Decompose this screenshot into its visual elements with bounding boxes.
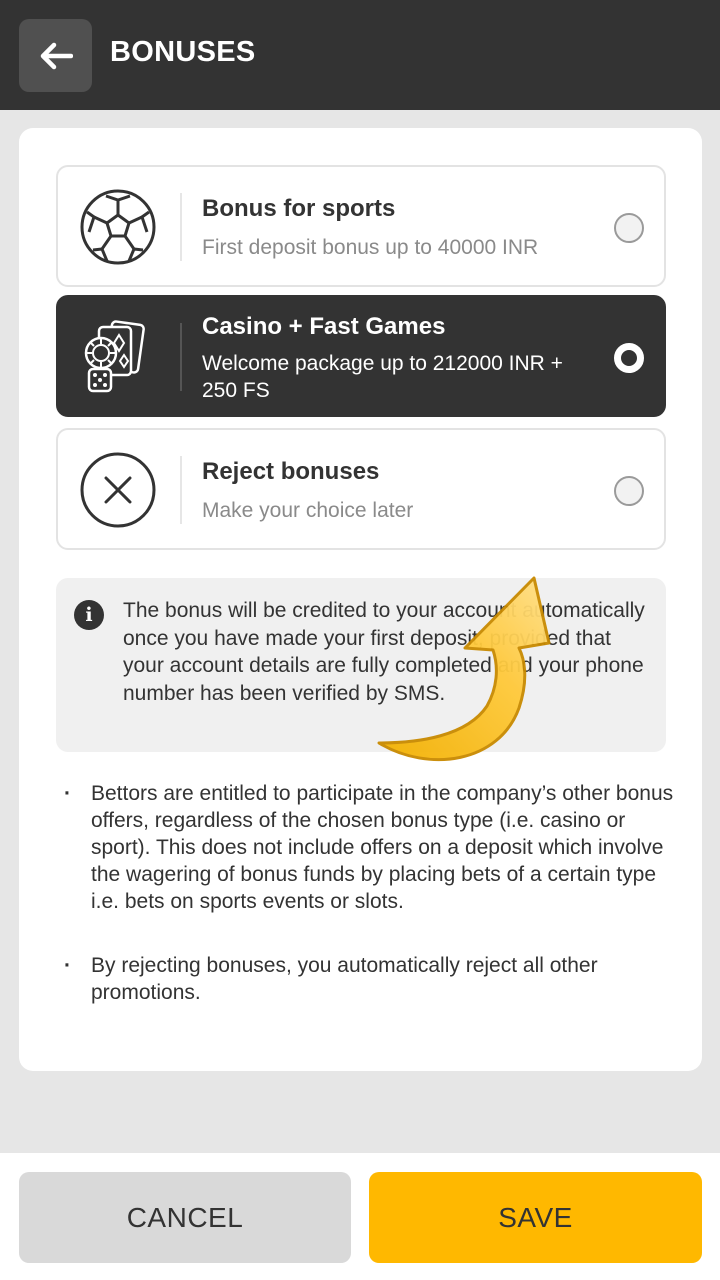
option-description: Make your choice later [202, 499, 414, 522]
note-item: By rejecting bonuses, you automatically … [64, 952, 674, 1006]
top-bar: BONUSES [0, 0, 720, 110]
bonus-card: Bonus for sports First deposit bonus up … [19, 128, 702, 1071]
radio-button[interactable] [614, 213, 644, 243]
back-button[interactable] [19, 19, 92, 92]
page-title: BONUSES [110, 36, 256, 68]
option-description: First deposit bonus up to 40000 INR [202, 236, 539, 259]
option-title: Reject bonuses [202, 458, 380, 485]
note-item: Bettors are entitled to participate in t… [64, 780, 674, 915]
option-description: Welcome package up to 212000 INR + 250 F… [202, 352, 563, 402]
bonus-notes: Bettors are entitled to participate in t… [64, 780, 674, 1006]
info-box: i The bonus will be credited to your acc… [56, 578, 666, 752]
option-title: Bonus for sports [202, 195, 396, 222]
option-bonus-sports[interactable]: Bonus for sports First deposit bonus up … [56, 165, 666, 287]
option-casino-fast-games[interactable]: Casino + Fast Games Welcome package up t… [56, 295, 666, 417]
soccer-ball-icon [78, 187, 158, 267]
radio-button[interactable] [614, 476, 644, 506]
action-bar: CANCEL SAVE [0, 1153, 720, 1280]
casino-chips-cards-dice-icon [78, 317, 158, 397]
cancel-button[interactable]: CANCEL [19, 1172, 351, 1263]
circle-x-icon [78, 450, 158, 530]
option-divider [180, 193, 182, 261]
arrow-left-icon [40, 42, 73, 69]
radio-button-checked[interactable] [614, 343, 644, 373]
save-button[interactable]: SAVE [369, 1172, 702, 1263]
option-divider [180, 456, 182, 524]
option-title: Casino + Fast Games [202, 313, 446, 340]
info-text: The bonus will be credited to your accou… [123, 599, 645, 705]
option-divider [180, 323, 182, 391]
info-icon: i [74, 600, 104, 630]
option-reject-bonuses[interactable]: Reject bonuses Make your choice later [56, 428, 666, 550]
